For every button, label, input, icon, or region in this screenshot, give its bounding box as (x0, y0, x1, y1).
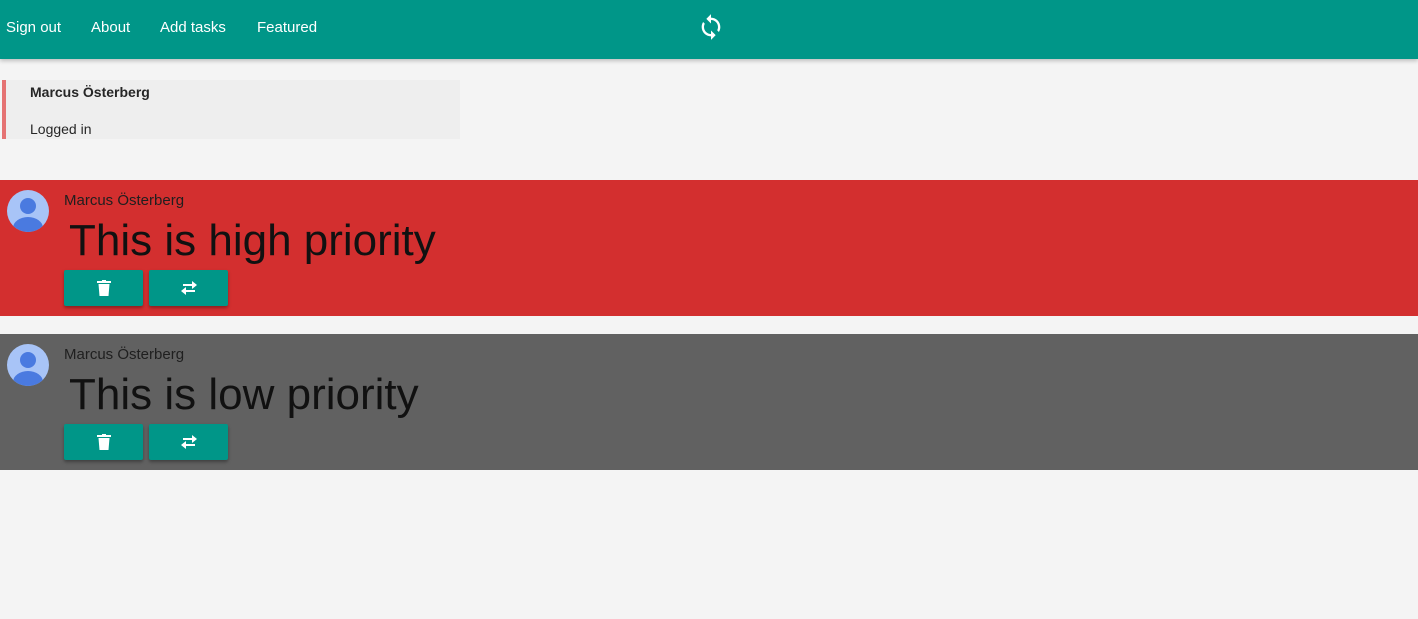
sign-out-link[interactable]: Sign out (6, 19, 61, 37)
featured-link[interactable]: Featured (257, 19, 317, 37)
add-tasks-link[interactable]: Add tasks (160, 19, 226, 37)
delete-icon (96, 280, 111, 296)
swap-priority-icon (180, 281, 197, 295)
delete-task-button[interactable] (64, 424, 143, 460)
swap-priority-button[interactable] (149, 424, 228, 460)
swap-priority-button[interactable] (149, 270, 228, 306)
task-item-high-priority: Marcus Österberg This is high priority (0, 180, 1418, 316)
top-nav-bar: Sign out About Add tasks Featured (0, 0, 1418, 59)
delete-task-button[interactable] (64, 270, 143, 306)
delete-icon (96, 434, 111, 450)
task-author: Marcus Österberg (64, 192, 185, 209)
refresh-icon[interactable] (697, 13, 725, 41)
task-title: This is high priority (69, 216, 436, 265)
user-info-card: Marcus Österberg Logged in (2, 80, 460, 139)
task-author: Marcus Österberg (64, 346, 185, 363)
task-item-low-priority: Marcus Österberg This is low priority (0, 334, 1418, 470)
about-link[interactable]: About (91, 19, 130, 37)
avatar-icon (7, 344, 49, 386)
user-name: Marcus Österberg (30, 84, 150, 100)
login-status: Logged in (30, 121, 92, 137)
avatar-icon (7, 190, 49, 232)
swap-priority-icon (180, 435, 197, 449)
task-title: This is low priority (69, 370, 419, 419)
